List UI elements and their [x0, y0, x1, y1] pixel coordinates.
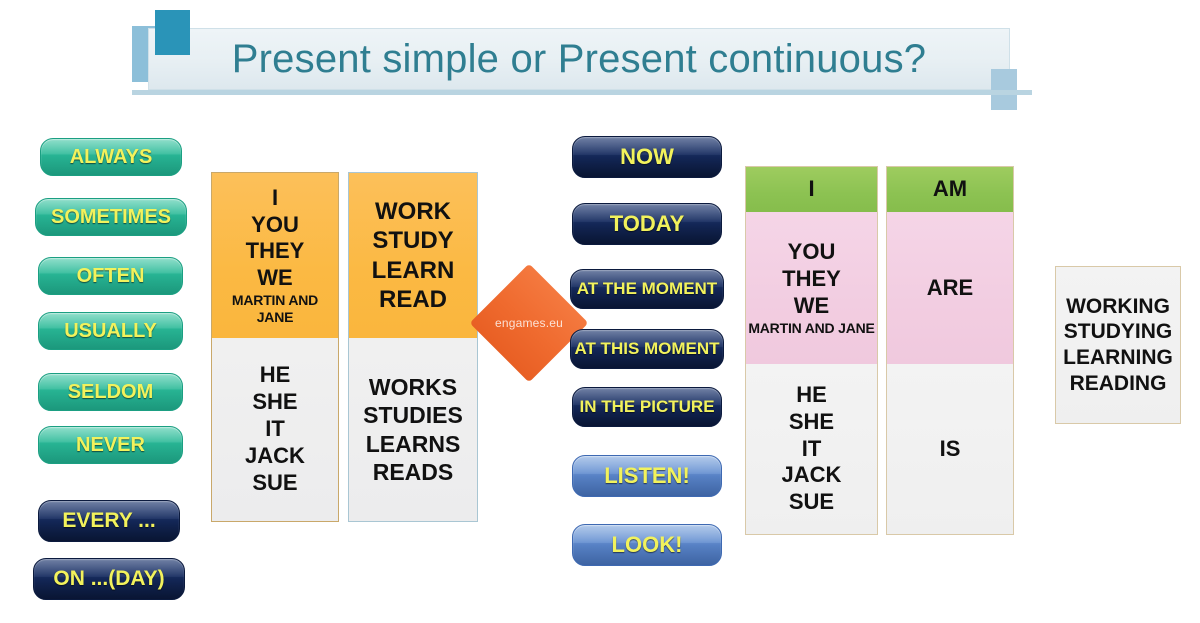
adverb-chip-sometimes[interactable]: SOMETIMES	[35, 198, 187, 236]
adverb-chip-often[interactable]: OFTEN	[38, 257, 183, 295]
ing-verb-word: WORKING	[1066, 294, 1170, 318]
adverb-chip-on-day[interactable]: ON ...(DAY)	[33, 558, 185, 600]
present-continuous-am-subject-cell: I	[746, 167, 877, 212]
ing-verbs-cell: WORKING STUDYING LEARNING READING	[1056, 267, 1180, 423]
verb-word: STUDY	[372, 227, 454, 255]
present-continuous-subject-column: I YOU THEY WE MARTIN AND JANE HE SHE IT …	[745, 166, 878, 535]
present-simple-base-verbs-cell: WORK STUDY LEARN READ	[349, 173, 477, 338]
time-chip-listen[interactable]: LISTEN!	[572, 455, 722, 497]
subject-word: YOU	[251, 211, 299, 237]
subject-word: IT	[801, 435, 822, 461]
be-verb-is-cell: IS	[887, 364, 1013, 534]
subject-word: HE	[259, 362, 291, 388]
subject-word: IT	[265, 416, 285, 442]
present-simple-base-subjects-cell: I YOU THEY WE MARTIN AND JANE	[212, 173, 338, 338]
ing-verb-word: LEARNING	[1063, 346, 1173, 369]
present-simple-s-subjects-cell: HE SHE IT JACK SUE	[212, 338, 338, 521]
watermark-label: engames.eu	[494, 316, 564, 330]
subject-word: WE	[257, 265, 293, 291]
subject-word: THEY	[245, 238, 305, 264]
adverb-chip-never[interactable]: NEVER	[38, 426, 183, 464]
subject-word: SHE	[252, 389, 298, 415]
subject-extra-names: MARTIN AND JANE	[231, 292, 319, 326]
subject-word: WE	[793, 292, 830, 318]
be-verb-word: AM	[932, 176, 968, 202]
present-simple-verb-column: WORK STUDY LEARN READ WORKS STUDIES LEAR…	[348, 172, 478, 522]
present-continuous-is-subjects-cell: HE SHE IT JACK SUE	[746, 364, 877, 534]
ing-verb-word: READING	[1069, 371, 1167, 395]
adverb-chip-seldom[interactable]: SELDOM	[38, 373, 183, 411]
subject-word: SUE	[788, 489, 835, 515]
verb-word: READS	[372, 458, 454, 485]
page-title: Present simple or Present continuous?	[231, 36, 927, 81]
verb-word: WORKS	[368, 374, 458, 401]
subject-word: I	[271, 184, 279, 210]
be-verb-word: IS	[939, 435, 961, 461]
subject-extra-names: MARTIN AND JANE	[748, 319, 875, 336]
be-verb-are-cell: ARE	[887, 212, 1013, 364]
verb-word: READ	[378, 285, 447, 313]
time-chip-look[interactable]: LOOK!	[572, 524, 722, 566]
time-chip-at-the-moment[interactable]: AT THE MOMENT	[570, 269, 724, 309]
present-continuous-ing-column: WORKING STUDYING LEARNING READING	[1055, 266, 1181, 424]
be-verb-word: ARE	[926, 274, 974, 300]
subject-word: I	[808, 176, 815, 202]
be-verb-am-cell: AM	[887, 167, 1013, 212]
time-chip-now[interactable]: NOW	[572, 136, 722, 178]
subject-word: SHE	[788, 408, 835, 434]
verb-word: STUDIES	[363, 402, 463, 429]
subject-word: THEY	[782, 266, 841, 292]
subject-word: YOU	[787, 239, 836, 265]
verb-word: LEARNS	[365, 430, 461, 457]
present-continuous-be-column: AM ARE IS	[886, 166, 1014, 535]
subject-word: JACK	[245, 442, 305, 468]
verb-word: LEARN	[371, 256, 455, 284]
subject-word: JACK	[781, 462, 842, 488]
time-chip-at-this-moment[interactable]: AT THIS MOMENT	[570, 329, 724, 369]
adverb-chip-every[interactable]: EVERY ...	[38, 500, 180, 542]
title-underline	[132, 90, 1032, 95]
present-simple-s-verbs-cell: WORKS STUDIES LEARNS READS	[349, 338, 477, 521]
verb-word: WORK	[375, 197, 451, 225]
time-chip-in-the-picture[interactable]: IN THE PICTURE	[572, 387, 722, 427]
ing-verb-word: STUDYING	[1063, 320, 1173, 344]
slide-canvas: Present simple or Present continuous? AL…	[0, 0, 1200, 623]
subject-word: HE	[796, 381, 827, 407]
adverb-chip-always[interactable]: ALWAYS	[40, 138, 182, 176]
subject-word: SUE	[252, 469, 298, 495]
time-chip-today[interactable]: TODAY	[572, 203, 722, 245]
present-simple-subject-column: I YOU THEY WE MARTIN AND JANE HE SHE IT …	[211, 172, 339, 522]
adverb-chip-usually[interactable]: USUALLY	[38, 312, 183, 350]
present-continuous-are-subjects-cell: YOU THEY WE MARTIN AND JANE	[746, 212, 877, 364]
